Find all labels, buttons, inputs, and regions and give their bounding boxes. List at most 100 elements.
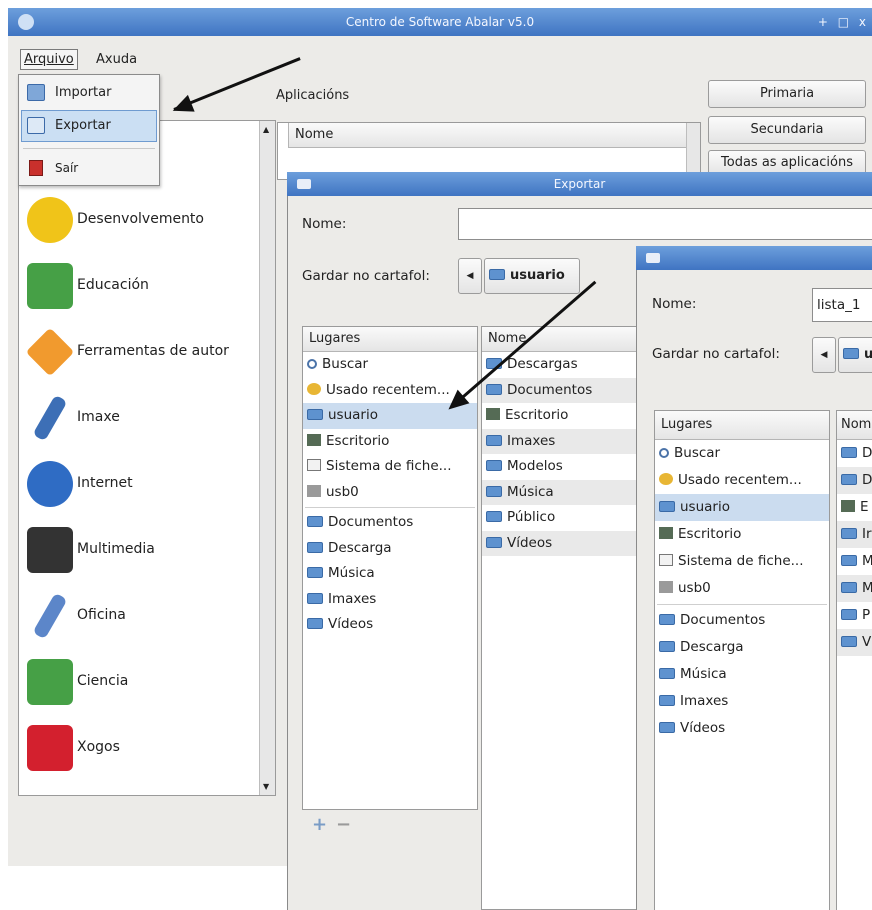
file-item[interactable]: P (837, 602, 872, 629)
export-remove-bookmark-button[interactable]: − (336, 814, 351, 835)
file-item[interactable]: E (837, 494, 872, 521)
folder-icon (659, 668, 675, 679)
scroll-up-arrow[interactable]: ▲ (263, 125, 269, 134)
file-item[interactable]: Documentos (482, 377, 641, 403)
file-item[interactable]: Escritorio (482, 403, 641, 429)
file-item[interactable]: Música (482, 479, 641, 505)
front-name-label: Nome: (652, 296, 697, 312)
export-window-menu-icon[interactable] (297, 179, 311, 189)
file-item[interactable]: Público (482, 505, 641, 531)
close-button[interactable]: x (859, 15, 866, 29)
flask-icon (27, 263, 73, 309)
category-sidebar[interactable]: Desenvolvemento Educación Ferramentas de a… (18, 120, 276, 796)
export-files-header[interactable]: Nome (482, 327, 641, 352)
place-item[interactable]: Escritorio (303, 429, 477, 455)
front-places-header[interactable]: Lugares (655, 411, 829, 440)
bookmark-item[interactable]: Vídeos (655, 715, 829, 742)
place-item[interactable]: Sistema de fiche... (303, 454, 477, 480)
apps-list-scrollbar[interactable] (686, 123, 700, 179)
places-separator (305, 507, 475, 508)
file-item[interactable]: Modelos (482, 454, 641, 480)
category-item[interactable]: Imaxe (19, 385, 259, 449)
file-item[interactable]: V (837, 629, 872, 656)
filesystem-icon (307, 459, 321, 471)
flask-icon (27, 659, 73, 705)
export-name-input[interactable] (458, 208, 872, 240)
export-name-label: Nome: (302, 216, 347, 232)
menu-item-exportar[interactable]: Exportar (21, 110, 157, 142)
export-places-header[interactable]: Lugares (303, 327, 477, 352)
bookmark-item[interactable]: Documentos (303, 510, 477, 536)
bookmark-item[interactable]: Imaxes (655, 688, 829, 715)
category-item[interactable]: Ferramentas de autor (19, 319, 259, 383)
category-item[interactable]: Xogos (19, 715, 259, 779)
file-item[interactable]: Vídeos (482, 530, 641, 556)
export-path-back-button[interactable]: ◀ (458, 258, 482, 294)
category-item[interactable]: Educación (19, 253, 259, 317)
place-item[interactable]: Buscar (303, 352, 477, 378)
file-item[interactable]: M (837, 575, 872, 602)
front-places-pane: Lugares Buscar Usado recentem... usuario Es… (654, 410, 830, 910)
front-path-button[interactable]: u (838, 337, 872, 373)
maximize-button[interactable]: □ (838, 15, 849, 29)
place-item[interactable]: Sistema de fiche... (655, 548, 829, 575)
bookmark-item[interactable]: Música (655, 661, 829, 688)
menu-arquivo[interactable]: Arquivo (20, 49, 78, 70)
bookmark-item[interactable]: Descarga (655, 634, 829, 661)
category-item[interactable]: Desenvolvemento (19, 187, 259, 251)
file-item[interactable]: D (837, 467, 872, 494)
menu-axuda[interactable]: Axuda (96, 49, 137, 70)
bookmark-item[interactable]: Documentos (655, 607, 829, 634)
place-item[interactable]: usuario (655, 494, 829, 521)
place-label: Escritorio (678, 526, 742, 542)
place-item[interactable]: usb0 (303, 480, 477, 506)
bookmark-label: Descarga (680, 639, 744, 655)
category-list: Desenvolvemento Educación Ferramentas de a… (19, 187, 259, 795)
file-item[interactable]: M (837, 548, 872, 575)
bookmark-item[interactable]: Música (303, 561, 477, 587)
file-label: D (862, 472, 872, 488)
file-item[interactable]: D (837, 440, 872, 467)
category-item[interactable]: Ciencia (19, 649, 259, 713)
menu-item-importar[interactable]: Importar (21, 78, 157, 108)
menu-item-sair[interactable]: Saír (21, 153, 157, 183)
category-item[interactable]: Multimedia (19, 517, 259, 581)
file-item[interactable]: Ir (837, 521, 872, 548)
file-label: Escritorio (505, 407, 569, 423)
bookmark-label: Vídeos (680, 720, 726, 736)
filter-primaria-button[interactable]: Primaria (708, 80, 866, 108)
category-item[interactable]: Internet (19, 451, 259, 515)
diamond-icon (25, 327, 75, 377)
window-controls: + □ x (818, 8, 866, 36)
folder-icon (659, 614, 675, 625)
front-files-header[interactable]: Nom (837, 411, 872, 440)
file-item[interactable]: Descargas (482, 352, 641, 378)
category-scrollbar[interactable]: ▲ ▼ (259, 121, 275, 795)
globe-icon (27, 461, 73, 507)
folder-icon (841, 609, 857, 620)
apps-list-header[interactable]: Nome (288, 123, 700, 148)
place-item[interactable]: usb0 (655, 575, 829, 602)
pin-button[interactable]: + (818, 15, 828, 29)
category-item[interactable]: Oficina (19, 583, 259, 647)
front-window-menu-icon[interactable] (646, 253, 660, 263)
filter-secundaria-button[interactable]: Secundaria (708, 116, 866, 144)
front-path-back-button[interactable]: ◀ (812, 337, 836, 373)
place-item[interactable]: Escritorio (655, 521, 829, 548)
place-label: Escritorio (326, 432, 390, 449)
place-item[interactable]: Buscar (655, 440, 829, 467)
export-add-bookmark-button[interactable]: + (312, 814, 327, 835)
bookmark-item[interactable]: Descarga (303, 536, 477, 562)
file-label: E (860, 499, 869, 515)
export-path-usuario-button[interactable]: usuario (484, 258, 580, 294)
front-name-input[interactable]: lista_1 (812, 288, 872, 322)
bookmark-item[interactable]: Vídeos (303, 612, 477, 638)
place-item[interactable]: Usado recentem... (655, 467, 829, 494)
app-menu-icon[interactable] (18, 14, 34, 30)
bookmark-item[interactable]: Imaxes (303, 587, 477, 613)
file-item[interactable]: Imaxes (482, 428, 641, 454)
category-label: Educación (77, 277, 149, 293)
scroll-down-arrow[interactable]: ▼ (263, 782, 269, 791)
place-label: usb0 (678, 580, 711, 596)
file-label: V (862, 634, 872, 650)
